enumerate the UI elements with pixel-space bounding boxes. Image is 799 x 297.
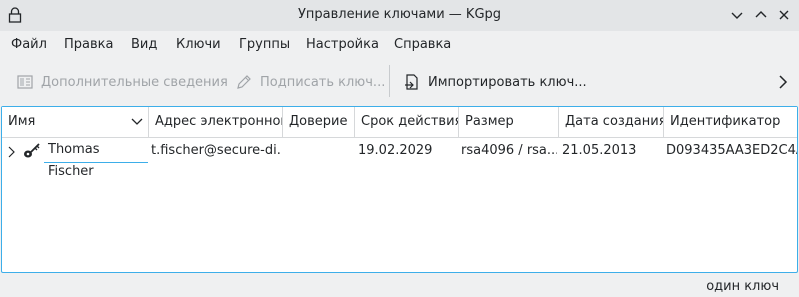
key-id: D093435AA3ED2C4A xyxy=(666,143,797,158)
status-text: один ключ xyxy=(706,279,779,294)
menu-view[interactable]: Вид xyxy=(131,37,157,52)
details-button[interactable]: Дополнительные сведения xyxy=(17,71,228,93)
expand-chevron-icon[interactable] xyxy=(7,146,17,158)
status-bar: один ключ xyxy=(0,275,799,297)
menu-keys[interactable]: Ключи xyxy=(176,37,221,52)
menu-bar: Файл Правка Вид Ключи Группы Настройка С… xyxy=(0,31,799,59)
key-expiration: 19.02.2029 xyxy=(358,143,433,158)
menu-edit[interactable]: Правка xyxy=(64,37,113,52)
key-trust xyxy=(289,138,353,164)
pencil-icon xyxy=(237,75,251,89)
menu-help[interactable]: Справка xyxy=(394,37,451,52)
sort-chevron-down-icon xyxy=(131,118,143,125)
menu-file[interactable]: Файл xyxy=(11,37,47,52)
column-header-name-label: Имя xyxy=(8,114,36,129)
key-name-field[interactable]: Thomas Fischer xyxy=(44,139,148,179)
column-header-created[interactable]: Дата создания xyxy=(559,107,664,137)
key-list[interactable]: Имя Адрес электронной Доверие Срок дейст… xyxy=(1,106,798,273)
key-created: 21.05.2013 xyxy=(562,143,637,158)
column-header-email[interactable]: Адрес электронной xyxy=(149,107,283,137)
column-header-id[interactable]: Идентификатор xyxy=(664,107,797,137)
column-header-size[interactable]: Размер xyxy=(459,107,559,137)
import-key-button[interactable]: Импортировать ключ... xyxy=(404,71,587,93)
import-key-label: Импортировать ключ... xyxy=(428,74,587,90)
import-icon xyxy=(405,74,418,90)
close-icon[interactable] xyxy=(775,6,793,24)
table-header: Имя Адрес электронной Доверие Срок дейст… xyxy=(2,107,797,138)
details-icon xyxy=(17,75,33,89)
table-row[interactable]: Thomas Fischer t.fischer@secure-di... 19… xyxy=(2,138,797,179)
column-header-expiration[interactable]: Срок действия xyxy=(355,107,459,137)
menu-groups[interactable]: Группы xyxy=(239,37,290,52)
title-bar: Управление ключами — KGpg xyxy=(0,0,799,31)
key-pair-icon xyxy=(24,143,40,158)
key-size: rsa4096 / rsa... xyxy=(461,143,557,158)
toolbar-separator xyxy=(389,65,390,97)
maximize-icon[interactable] xyxy=(752,6,770,24)
toolbar: Дополнительные сведения Подписать ключ..… xyxy=(0,59,799,105)
sign-key-button[interactable]: Подписать ключ... xyxy=(236,71,385,93)
chevron-right-icon[interactable] xyxy=(776,74,790,90)
column-header-trust[interactable]: Доверие xyxy=(283,107,355,137)
column-header-name[interactable]: Имя xyxy=(2,107,149,137)
menu-settings[interactable]: Настройка xyxy=(306,37,379,52)
minimize-icon[interactable] xyxy=(728,6,746,24)
sign-key-label: Подписать ключ... xyxy=(260,74,386,90)
details-label: Дополнительные сведения xyxy=(41,74,228,90)
key-email: t.fischer@secure-di... xyxy=(151,143,281,158)
window-title: Управление ключами — KGpg xyxy=(297,7,502,22)
